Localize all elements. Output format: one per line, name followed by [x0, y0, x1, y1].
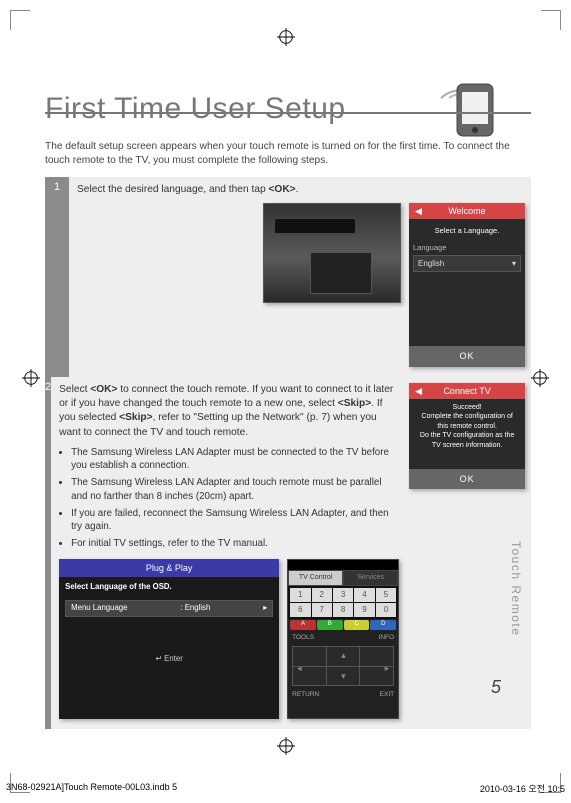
- registration-mark: [22, 369, 40, 387]
- side-tab-label: Touch Remote: [509, 541, 523, 636]
- arrow-left-icon: ◂: [297, 662, 302, 675]
- tab-tv-control[interactable]: TV Control: [288, 570, 343, 586]
- connect-title: Connect TV: [443, 385, 490, 398]
- plug-play-screen: Plug & Play Select Language of the OSD. …: [59, 559, 279, 719]
- bullet-item: The Samsung Wireless LAN Adapter and tou…: [71, 476, 399, 502]
- num-key[interactable]: 9: [354, 603, 374, 617]
- welcome-subtitle: Select a Language.: [409, 219, 525, 243]
- connect-l2: Complete the configuration of this remot…: [415, 412, 519, 431]
- menu-language-label: Menu Language: [71, 603, 127, 614]
- step2-bullets: The Samsung Wireless LAN Adapter must be…: [59, 446, 399, 551]
- page-title: First Time User Setup: [45, 92, 352, 126]
- arrow-right-icon: ▸: [385, 662, 390, 675]
- back-icon: ◀: [415, 205, 422, 218]
- title-area: First Time User Setup: [45, 40, 531, 126]
- dropdown-icon: ▾: [512, 258, 516, 269]
- language-label: Language: [409, 243, 525, 256]
- bullet-item: For initial TV settings, refer to the TV…: [71, 537, 399, 550]
- info-button[interactable]: INFO: [379, 633, 395, 642]
- print-footer: 3N68-02921A]Touch Remote-00L03.indb 5 20…: [0, 782, 571, 795]
- arrow-up-icon: ▴: [341, 649, 346, 662]
- connect-l3: Do the TV configuration as the TV screen…: [415, 431, 519, 450]
- phone-icon: [445, 80, 505, 140]
- step2-paragraph: Select <OK> to connect the touch remote.…: [59, 383, 399, 440]
- num-key[interactable]: 7: [312, 603, 332, 617]
- step-1-text: Select the desired language, and then ta…: [77, 183, 525, 197]
- return-exit-row: RETURN EXIT: [288, 688, 398, 703]
- color-buttons: A B C D: [288, 619, 398, 631]
- page-content: First Time User Setup The default setup …: [45, 40, 531, 756]
- red-button[interactable]: A: [290, 620, 316, 630]
- connect-ok-button[interactable]: OK: [409, 469, 525, 490]
- blue-button[interactable]: D: [370, 620, 396, 630]
- footer-left: 3N68-02921A]Touch Remote-00L03.indb 5: [6, 782, 177, 795]
- welcome-title: Welcome: [448, 205, 485, 218]
- remote-number-pad: 1 2 3 4 5 6 7 8 9 0: [288, 586, 398, 619]
- num-key[interactable]: 5: [376, 588, 396, 602]
- device-photo: [263, 203, 401, 303]
- bullet-item: The Samsung Wireless LAN Adapter must be…: [71, 446, 399, 472]
- language-dropdown[interactable]: English ▾: [413, 255, 521, 272]
- welcome-body: [409, 276, 525, 346]
- menu-language-value: : English: [180, 603, 210, 614]
- num-key[interactable]: 1: [290, 588, 310, 602]
- dpad[interactable]: ▴ ▾ ◂ ▸: [292, 646, 394, 686]
- steps-container: 1 Select the desired language, and then …: [45, 177, 531, 729]
- connect-l1: Succeed!: [415, 403, 519, 412]
- welcome-header: ◀ Welcome: [409, 203, 525, 219]
- welcome-screen: ◀ Welcome Select a Language. Language En…: [409, 203, 525, 367]
- chevron-right-icon: ▸: [263, 603, 267, 614]
- intro-text: The default setup screen appears when yo…: [45, 140, 531, 169]
- tools-info-row: TOOLS INFO: [288, 631, 398, 644]
- step1-prefix: Select the desired language, and then ta…: [77, 184, 268, 195]
- plugplay-menu-row[interactable]: Menu Language : English ▸: [65, 600, 273, 617]
- plugplay-sub: Select Language of the OSD.: [59, 577, 279, 598]
- connect-body: Succeed! Complete the configuration of t…: [409, 399, 525, 469]
- step-2-body: Select <OK> to connect the touch remote.…: [51, 377, 531, 729]
- tab-services[interactable]: Services: [343, 570, 398, 586]
- return-button[interactable]: RETURN: [292, 690, 319, 699]
- step-1-images: ◀ Welcome Select a Language. Language En…: [77, 203, 525, 367]
- step-number: 1: [45, 177, 69, 377]
- language-value: English: [418, 258, 444, 269]
- footer-right: 2010-03-16 오전 10:5: [480, 782, 565, 795]
- bullet-item: If you are failed, reconnect the Samsung…: [71, 507, 399, 533]
- welcome-ok-button[interactable]: OK: [409, 346, 525, 367]
- remote-screen: TV Control Services 1 2 3 4 5 6 7 8: [287, 559, 399, 719]
- page-number: 5: [491, 677, 501, 698]
- connect-header: ◀ Connect TV: [409, 383, 525, 399]
- crop-mark: [541, 10, 561, 30]
- num-key[interactable]: 6: [290, 603, 310, 617]
- num-key[interactable]: 0: [376, 603, 396, 617]
- connect-tv-screen: ◀ Connect TV Succeed! Complete the confi…: [409, 383, 525, 490]
- ok-tag: <OK>: [268, 184, 295, 195]
- step1-suffix: .: [296, 184, 299, 195]
- step-1: 1 Select the desired language, and then …: [45, 177, 531, 377]
- num-key[interactable]: 3: [333, 588, 353, 602]
- enter-label: Enter: [164, 654, 183, 663]
- tools-button[interactable]: TOOLS: [292, 633, 314, 642]
- exit-button[interactable]: EXIT: [380, 690, 394, 699]
- registration-mark: [531, 369, 549, 387]
- arrow-down-icon: ▾: [341, 670, 346, 683]
- plugplay-title: Plug & Play: [59, 559, 279, 578]
- num-key[interactable]: 8: [333, 603, 353, 617]
- num-key[interactable]: 4: [354, 588, 374, 602]
- step-2: 2 Select <OK> to connect the touch remot…: [45, 377, 531, 729]
- yellow-button[interactable]: C: [344, 620, 370, 630]
- green-button[interactable]: B: [317, 620, 343, 630]
- back-icon: ◀: [415, 385, 422, 398]
- step2-bottom-images: Plug & Play Select Language of the OSD. …: [59, 555, 399, 719]
- remote-status-bar: [288, 560, 398, 570]
- plugplay-enter: ↵ Enter: [59, 649, 279, 670]
- remote-tabs: TV Control Services: [288, 570, 398, 586]
- step-1-body: Select the desired language, and then ta…: [69, 177, 531, 377]
- num-key[interactable]: 2: [312, 588, 332, 602]
- crop-mark: [10, 10, 30, 30]
